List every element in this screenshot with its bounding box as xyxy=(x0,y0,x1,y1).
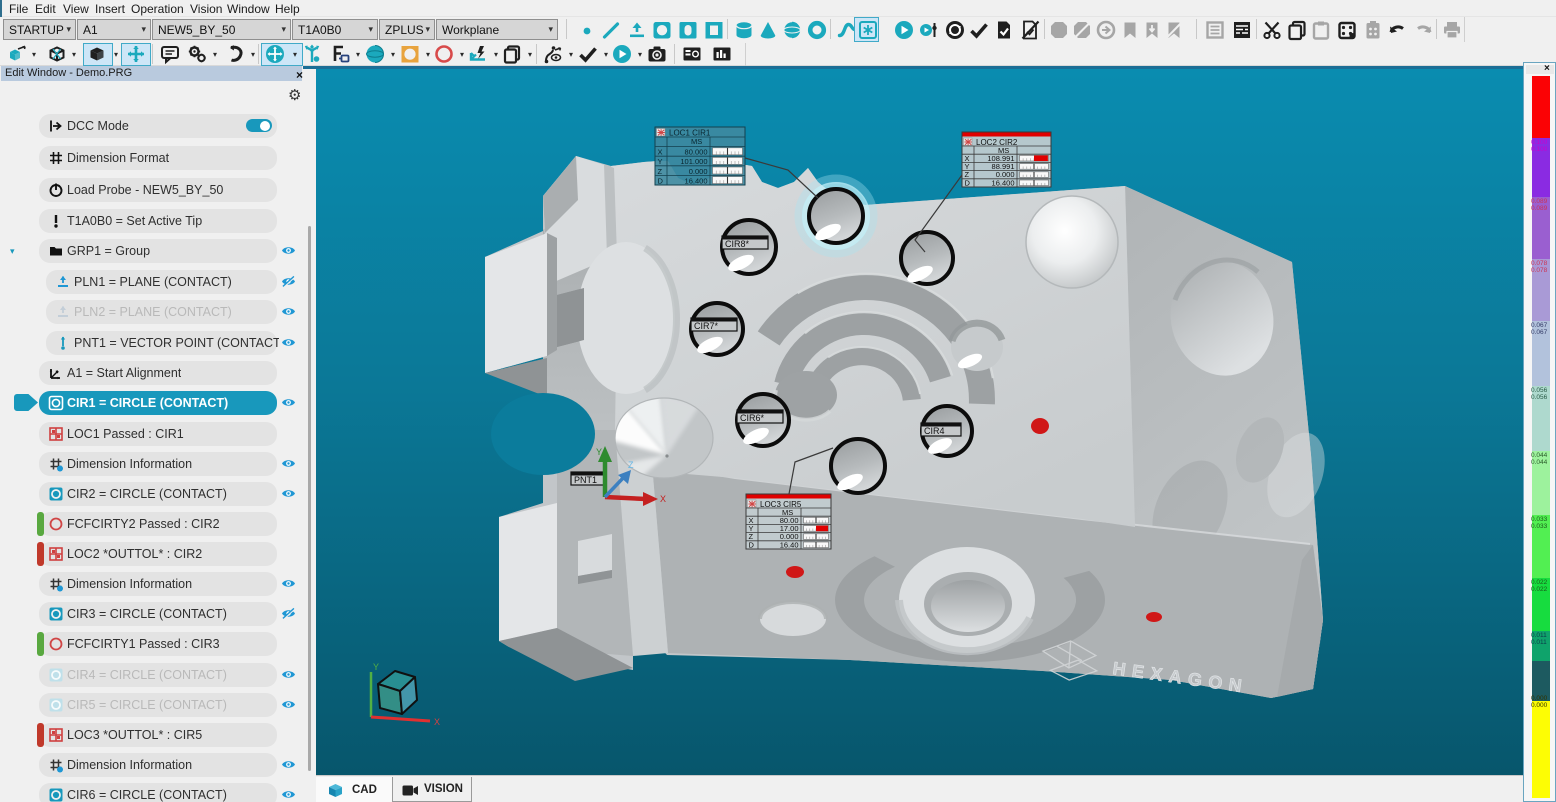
svg-text:LOC2 CIR2: LOC2 CIR2 xyxy=(976,138,1018,147)
svg-text:CIR8*: CIR8* xyxy=(725,239,750,249)
svg-text:Z: Z xyxy=(628,460,634,470)
svg-text:Y: Y xyxy=(373,662,379,672)
svg-text:MS: MS xyxy=(691,137,702,146)
svg-text:80.000: 80.000 xyxy=(685,148,708,157)
svg-text:Z: Z xyxy=(658,167,663,176)
svg-text:D: D xyxy=(658,176,664,185)
svg-text:X: X xyxy=(660,494,666,504)
svg-text:LOC1 CIR1: LOC1 CIR1 xyxy=(669,128,711,137)
svg-text:X: X xyxy=(434,717,440,727)
svg-text:Y: Y xyxy=(596,447,602,457)
svg-text:0.000: 0.000 xyxy=(689,167,708,176)
svg-text:CIR4: CIR4 xyxy=(924,426,945,436)
svg-text:101.000: 101.000 xyxy=(680,157,707,166)
svg-text:D: D xyxy=(965,178,971,187)
svg-text:16.400: 16.400 xyxy=(992,178,1015,187)
svg-text:CIR7*: CIR7* xyxy=(694,321,719,331)
svg-text:D: D xyxy=(749,540,755,549)
svg-text:CIR6*: CIR6* xyxy=(740,413,765,423)
svg-text:16.40: 16.40 xyxy=(780,540,799,549)
svg-text:LOC3 CIR5: LOC3 CIR5 xyxy=(760,500,802,509)
svg-text:X: X xyxy=(658,148,663,157)
svg-text:16.400: 16.400 xyxy=(685,176,708,185)
svg-text:Y: Y xyxy=(658,157,663,166)
svg-text:PNT1: PNT1 xyxy=(574,475,597,485)
